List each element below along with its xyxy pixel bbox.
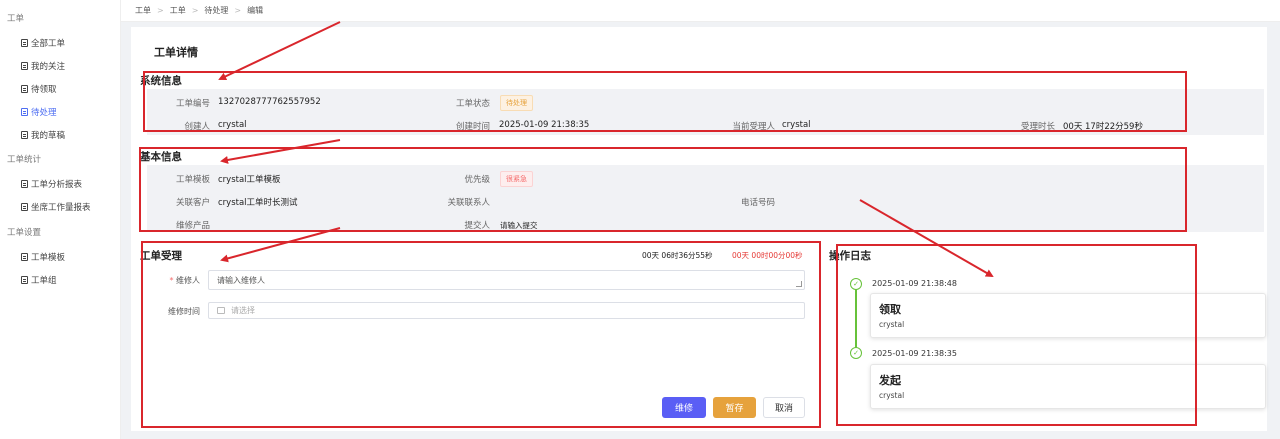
page-title: 工单详情: [154, 46, 198, 59]
breadcrumb-separator-icon: >: [234, 6, 242, 15]
repairer-input[interactable]: 请输入维修人: [208, 270, 805, 290]
timeline-line: [855, 286, 857, 348]
status-badge: 待处理: [500, 95, 533, 111]
sidebar-item-all-tickets[interactable]: 全部工单: [21, 37, 65, 49]
creator-label: 创建人: [184, 122, 210, 132]
document-icon: [21, 62, 28, 70]
template-label: 工单模板: [175, 175, 210, 185]
calendar-icon: [217, 307, 225, 314]
breadcrumb-item[interactable]: 工单: [170, 5, 186, 16]
document-icon: [21, 253, 28, 261]
sidebar-item-ticket-report[interactable]: 工单分析报表: [21, 178, 82, 190]
check-icon: ✓: [850, 347, 862, 359]
check-icon: ✓: [850, 278, 862, 290]
customer-value: crystal工单时长测试: [218, 198, 298, 208]
handler-value: crystal: [782, 120, 811, 130]
sidebar-item-my-follows[interactable]: 我的关注: [21, 60, 65, 72]
resize-grip-icon[interactable]: [796, 281, 802, 287]
required-mark: *: [169, 276, 174, 285]
log-entry-user: crystal: [879, 391, 905, 400]
status-label: 工单状态: [455, 99, 490, 109]
created-time-label: 创建时间: [455, 122, 490, 132]
log-entry-action: 领取: [879, 303, 901, 316]
phone-label: 电话号码: [740, 198, 775, 208]
breadcrumb-separator-icon: >: [191, 6, 199, 15]
repair-time-label: 维修时间: [168, 307, 200, 316]
handling-timer: 00天 06时36分55秒: [642, 251, 713, 260]
sidebar-item-groups[interactable]: 工单组: [21, 274, 57, 286]
log-title: 操作日志: [829, 250, 871, 262]
breadcrumb-item[interactable]: 工单: [135, 5, 151, 16]
sidebar-group-settings: 工单设置: [7, 228, 42, 238]
sidebar-item-my-drafts[interactable]: 我的草稿: [21, 129, 65, 141]
log-entry-card: 发起 crystal: [870, 364, 1266, 409]
creator-value: crystal: [218, 120, 247, 130]
document-icon: [21, 108, 28, 116]
submitter-label: 提交人: [464, 221, 490, 231]
sidebar-item-to-claim[interactable]: 待领取: [21, 83, 57, 95]
ticket-no-label: 工单编号: [175, 99, 210, 109]
breadcrumb-item[interactable]: 待处理: [204, 5, 228, 16]
document-icon: [21, 180, 28, 188]
log-entry-user: crystal: [879, 320, 905, 329]
duration-label: 受理时长: [1020, 122, 1055, 132]
breadcrumb-separator-icon: >: [157, 6, 164, 15]
save-draft-button[interactable]: 暂存: [713, 397, 756, 418]
priority-label: 优先级: [464, 175, 490, 185]
breadcrumb-current: 编辑: [247, 6, 264, 15]
duration-value: 00天 17时22分59秒: [1063, 122, 1143, 132]
sidebar-item-templates[interactable]: 工单模板: [21, 251, 65, 263]
customer-label: 关联客户: [175, 198, 210, 208]
document-icon: [21, 276, 28, 284]
system-info-title: 系统信息: [140, 75, 182, 87]
handler-label: 当前受理人: [732, 122, 775, 132]
contact-label: 关联联系人: [447, 198, 490, 208]
sidebar-group-tickets: 工单: [7, 14, 25, 24]
priority-badge: 很紧急: [500, 171, 533, 187]
sidebar-group-stats: 工单统计: [7, 155, 42, 165]
template-value: crystal工单模板: [218, 175, 281, 185]
handling-title: 工单受理: [140, 250, 182, 262]
log-entry-card: 领取 crystal: [870, 293, 1266, 338]
document-icon: [21, 131, 28, 139]
repairer-label: * 维修人: [169, 276, 200, 285]
overdue-timer: 00天 00时00分00秒: [732, 251, 803, 260]
log-entry-time: 2025-01-09 21:38:35: [872, 349, 957, 358]
cancel-button[interactable]: 取消: [763, 397, 805, 418]
sidebar-item-agent-report[interactable]: 坐席工作量报表: [21, 201, 91, 213]
ticket-no-value: 1327028777762557952: [218, 97, 321, 107]
repair-time-picker[interactable]: 请选择: [208, 302, 805, 319]
document-icon: [21, 85, 28, 93]
sidebar: 工单 全部工单 我的关注 待领取 待处理 我的草稿 工单统计 工单分析报表 坐席…: [0, 0, 121, 439]
sidebar-item-pending[interactable]: 待处理: [21, 106, 57, 118]
document-icon: [21, 39, 28, 47]
basic-info-title: 基本信息: [140, 151, 182, 163]
repair-button[interactable]: 维修: [662, 397, 706, 418]
document-icon: [21, 203, 28, 211]
breadcrumb: 工单 > 工单 > 待处理 > 编辑: [121, 0, 1280, 22]
created-time-value: 2025-01-09 21:38:35: [499, 120, 590, 130]
submitter-value: 请输入提交: [500, 221, 538, 230]
product-label: 维修产品: [175, 221, 210, 231]
log-entry-time: 2025-01-09 21:38:48: [872, 279, 957, 288]
log-entry-action: 发起: [879, 374, 901, 387]
